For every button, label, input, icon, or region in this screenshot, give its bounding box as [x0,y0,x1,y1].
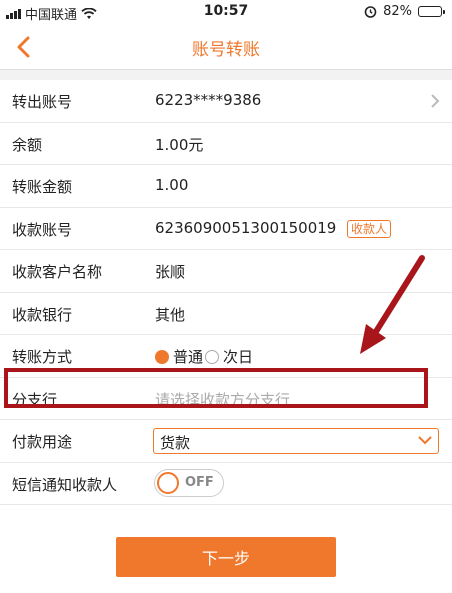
purpose-value: 货款 [160,434,191,452]
alarm-icon [364,6,377,18]
radio-normal[interactable] [155,349,169,364]
purpose-row: 付款用途 货款 [0,420,452,463]
sms-toggle[interactable]: OFF [154,468,224,497]
next-step-button[interactable]: 下一步 [116,537,336,577]
status-bar: 中国联通 10:57 82% [0,0,452,24]
payee-bank-value[interactable]: 其他 [155,304,185,325]
chevron-down-icon [418,436,432,445]
balance-label: 余额 [12,135,43,154]
amount-row[interactable]: 转账金额 1.00 [0,165,452,208]
balance-value: 1.00元 [155,135,204,154]
purpose-label: 付款用途 [12,433,73,451]
sms-label: 短信通知收款人 [12,475,118,494]
annotation-arrow-icon [360,255,425,354]
toggle-knob [157,471,179,494]
from-account-value: 6223****9386 [155,91,262,109]
payee-list-button[interactable]: 收款人 [347,219,392,238]
toggle-state: OFF [185,474,214,490]
sms-row: 短信通知收款人 OFF [0,463,452,505]
radio-next-day[interactable] [205,349,220,364]
method-radio-group: 普通 次日 [155,346,253,367]
section-divider [0,70,452,80]
amount-label: 转账金额 [12,178,73,196]
amount-value[interactable]: 1.00 [155,176,188,194]
from-account-row[interactable]: 转出账号 6223****9386 [0,80,452,123]
radio-next-day-label[interactable]: 次日 [223,346,253,367]
radio-normal-label[interactable]: 普通 [173,346,203,367]
page-title: 账号转账 [192,40,260,60]
status-right: 82% [364,4,445,19]
from-account-label: 转出账号 [12,93,73,111]
payee-account-value[interactable]: 6236090051300150019 [155,219,336,237]
payee-account-row[interactable]: 收款账号 6236090051300150019 收款人 [0,208,452,250]
annotation-highlight-box [4,368,428,408]
battery-percent: 82% [383,4,412,19]
payee-bank-label: 收款银行 [12,305,73,324]
chevron-right-icon[interactable] [430,93,440,109]
payee-account-label: 收款账号 [12,220,73,239]
payee-name-value[interactable]: 张顺 [155,261,185,282]
method-label: 转账方式 [12,348,73,366]
payee-name-label: 收款客户名称 [12,263,103,281]
battery-icon [418,6,445,17]
purpose-select[interactable]: 货款 [153,428,439,454]
balance-row: 余额 1.00元 [0,123,452,165]
nav-bar: 账号转账 [0,24,452,70]
